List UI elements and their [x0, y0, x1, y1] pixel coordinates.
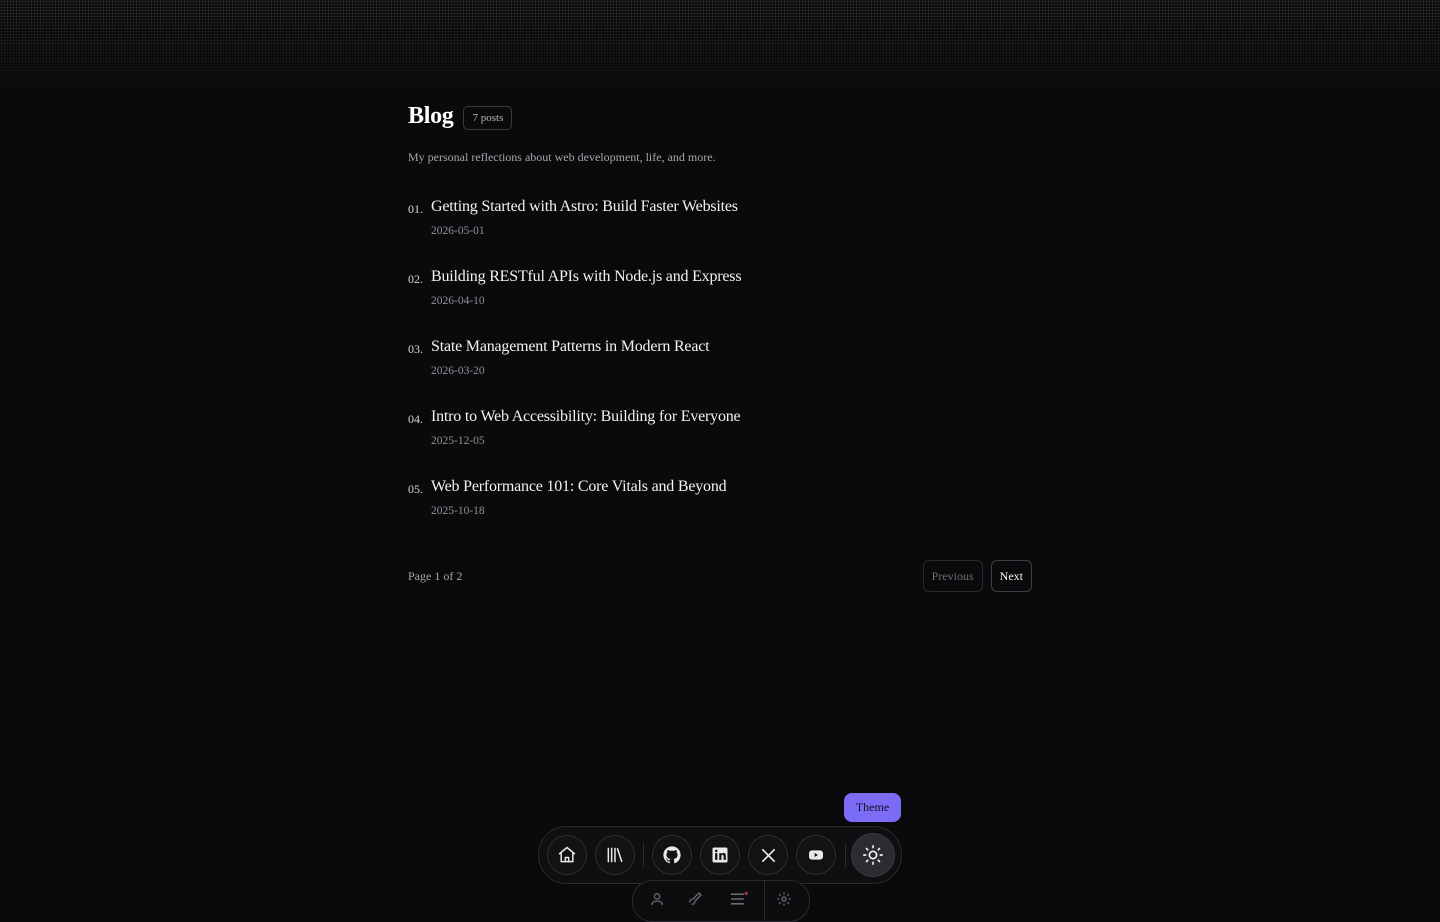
user-icon[interactable]	[649, 891, 665, 907]
theme-toggle-button[interactable]	[851, 833, 895, 877]
post-list: 01. Getting Started with Astro: Build Fa…	[408, 194, 1032, 544]
pagination: Page 1 of 2 Previous Next	[408, 560, 1032, 592]
library-icon	[607, 847, 623, 863]
dock-separator	[764, 881, 765, 921]
blog-main: Blog 7 posts My personal reflections abo…	[408, 96, 1032, 592]
post-title-link[interactable]: State Management Patterns in Modern Reac…	[431, 334, 710, 360]
x-icon	[761, 848, 775, 862]
post-body: Getting Started with Astro: Build Faster…	[431, 194, 738, 238]
dock-separator	[845, 843, 846, 867]
post-number: 03.	[408, 342, 423, 356]
post-item: 05. Web Performance 101: Core Vitals and…	[408, 474, 1032, 544]
previous-button[interactable]: Previous	[922, 560, 983, 592]
youtube-button[interactable]	[796, 835, 836, 875]
next-button[interactable]: Next	[990, 560, 1032, 592]
post-date: 2026-05-01	[431, 225, 485, 237]
post-title-link[interactable]: Getting Started with Astro: Build Faster…	[431, 194, 738, 220]
github-button[interactable]	[652, 835, 692, 875]
page-title: Blog	[408, 102, 454, 129]
sun-icon	[863, 845, 883, 865]
dock-separator	[643, 843, 644, 867]
post-number: 04.	[408, 412, 423, 426]
github-icon	[663, 846, 681, 864]
post-date: 2026-03-20	[431, 365, 485, 377]
post-date: 2026-04-10	[431, 295, 485, 307]
library-button[interactable]	[595, 835, 635, 875]
post-number: 05.	[408, 482, 423, 496]
post-title-link[interactable]: Web Performance 101: Core Vitals and Bey…	[431, 474, 727, 500]
post-item: 03. State Management Patterns in Modern …	[408, 334, 1032, 404]
home-button[interactable]	[547, 835, 587, 875]
bottom-dock	[538, 826, 902, 884]
post-date: 2025-10-18	[431, 505, 485, 517]
post-number: 01.	[408, 202, 423, 216]
dotted-background	[0, 0, 1440, 95]
secondary-dock	[632, 880, 810, 922]
theme-tooltip: Theme	[844, 793, 901, 822]
post-item: 02. Building RESTful APIs with Node.js a…	[408, 264, 1032, 334]
linkedin-button[interactable]	[700, 835, 740, 875]
post-title-link[interactable]: Building RESTful APIs with Node.js and E…	[431, 264, 742, 290]
post-item: 04. Intro to Web Accessibility: Building…	[408, 404, 1032, 474]
page-subtitle: My personal reflections about web develo…	[408, 150, 716, 164]
home-icon	[558, 846, 576, 863]
post-title-link[interactable]: Intro to Web Accessibility: Building for…	[431, 404, 741, 430]
post-item: 01. Getting Started with Astro: Build Fa…	[408, 194, 1032, 264]
post-body: Building RESTful APIs with Node.js and E…	[431, 264, 742, 308]
page-info: Page 1 of 2	[408, 568, 463, 583]
pagination-buttons: Previous Next	[922, 560, 1032, 592]
post-number: 02.	[408, 272, 423, 286]
settings-icon[interactable]	[776, 891, 792, 907]
post-date: 2025-12-05	[431, 435, 485, 447]
post-body: State Management Patterns in Modern Reac…	[431, 334, 710, 378]
post-count-badge: 7 posts	[463, 106, 513, 130]
linkedin-icon	[712, 847, 728, 863]
blog-header: Blog 7 posts	[408, 96, 1032, 136]
post-body: Intro to Web Accessibility: Building for…	[431, 404, 741, 448]
brush-icon[interactable]	[689, 891, 705, 907]
post-body: Web Performance 101: Core Vitals and Bey…	[431, 474, 727, 518]
youtube-icon	[809, 850, 823, 860]
menu-icon[interactable]	[729, 891, 749, 907]
x-button[interactable]	[748, 835, 788, 875]
